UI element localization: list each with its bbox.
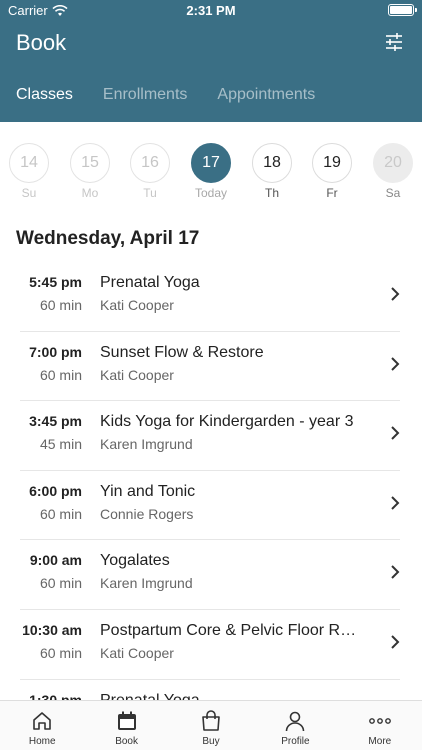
class-time: 9:00 am (29, 552, 82, 569)
date-number: 17 (191, 143, 231, 183)
status-time: 2:31 PM (186, 3, 236, 18)
day-of-week: Su (21, 186, 37, 200)
tabbar-home[interactable]: Home (0, 701, 84, 750)
chevron-right-icon (391, 565, 400, 580)
date-16[interactable]: 16 Tu (129, 143, 171, 200)
home-icon (29, 708, 55, 734)
class-time: 6:00 pm (29, 482, 82, 499)
date-14[interactable]: 14 Su (8, 143, 50, 200)
class-name: Yin and Tonic (100, 482, 196, 500)
day-of-week: Fr (326, 186, 338, 200)
class-duration: 60 min (39, 644, 82, 661)
shopping-bag-icon (198, 708, 224, 734)
chevron-right-icon (391, 287, 400, 301)
tabbar-label: Profile (281, 736, 310, 747)
class-instructor: Kati Cooper (100, 644, 174, 661)
page-title: Book (16, 30, 67, 55)
class-name: Prenatal Yoga (100, 274, 200, 291)
class-list: 5:45 pm 60 min Prenatal Yoga Kati Cooper… (0, 262, 422, 700)
class-name: Prenatal Yoga (100, 692, 362, 700)
tab-appointments[interactable]: Appointments (217, 86, 315, 104)
date-number: 20 (373, 143, 413, 183)
class-name: Kids Yoga for Kindergarden - year 3 (100, 413, 354, 431)
day-of-week: Tu (143, 186, 157, 200)
class-name: Sunset Flow & Restore (100, 343, 264, 361)
segment-tabs: Classes Enrollments Appointments (16, 86, 315, 104)
class-duration: 60 min (39, 366, 82, 383)
calendar-icon (114, 708, 140, 734)
chevron-right-icon (391, 426, 400, 440)
sliders-icon[interactable] (384, 32, 404, 52)
class-duration: 60 min (39, 297, 82, 313)
class-instructor: Kati Cooper (100, 366, 174, 383)
tabbar-label: More (368, 736, 392, 747)
tabbar-label: Buy (202, 736, 220, 747)
class-instructor: Karen Imgrund (100, 436, 193, 453)
class-row[interactable]: 6:00 pm 60 min Yin and Tonic Connie Roge… (20, 471, 400, 541)
bottom-tab-bar: Home Book Buy Profile More (0, 700, 422, 750)
tabbar-buy[interactable]: Buy (169, 701, 253, 750)
status-bar: Carrier 2:31 PM (0, 0, 422, 20)
class-row[interactable]: 1:30 pm Prenatal Yoga (20, 680, 400, 700)
date-18[interactable]: 18 Th (251, 143, 293, 200)
day-of-week: Th (264, 186, 279, 200)
class-time: 10:30 am (22, 621, 82, 638)
class-row[interactable]: 9:00 am 60 min Yogalates Karen Imgrund (20, 540, 400, 610)
class-row[interactable]: 3:45 pm 45 min Kids Yoga for Kindergarde… (20, 401, 400, 471)
date-15[interactable]: 15 Mo (69, 143, 111, 200)
class-row[interactable]: 7:00 pm 60 min Sunset Flow & Restore Kat… (20, 332, 400, 402)
tabbar-more[interactable]: More (338, 701, 422, 750)
date-number: 18 (252, 143, 292, 183)
tabbar-book[interactable]: Book (84, 701, 168, 750)
tabbar-label: Home (28, 736, 56, 747)
class-time: 7:00 pm (29, 343, 82, 360)
class-duration: 60 min (39, 505, 82, 522)
class-time: 1:30 pm (29, 691, 82, 700)
date-strip: 14 Su 15 Mo 16 Tu 17 Today 18 Th 19 Fr 2… (0, 143, 422, 205)
battery-icon (388, 4, 417, 16)
class-time: 5:45 pm (29, 274, 82, 290)
tab-classes[interactable]: Classes (16, 86, 73, 104)
class-time: 3:45 pm (29, 413, 82, 430)
class-name: Postpartum Core & Pelvic Floor Re... (100, 621, 362, 639)
chevron-right-icon (391, 635, 400, 649)
class-duration: 45 min (39, 436, 82, 453)
class-duration: 60 min (39, 575, 82, 592)
date-number: 14 (9, 143, 49, 183)
tab-enrollments[interactable]: Enrollments (103, 86, 187, 104)
chevron-right-icon (391, 356, 400, 371)
class-instructor: Karen Imgrund (100, 575, 193, 592)
class-instructor: Kati Cooper (100, 297, 174, 313)
class-row[interactable]: 10:30 am 60 min Postpartum Core & Pelvic… (20, 610, 400, 680)
date-number: 19 (312, 143, 352, 183)
day-of-week: Mo (81, 186, 99, 200)
day-of-week: Sa (385, 186, 401, 200)
tabbar-label: Book (115, 736, 138, 747)
date-17-today[interactable]: 17 Today (190, 143, 232, 200)
class-row[interactable]: 5:45 pm 60 min Prenatal Yoga Kati Cooper (20, 262, 400, 332)
class-name: Yogalates (100, 552, 170, 570)
profile-icon (282, 708, 308, 734)
chevron-right-icon (391, 496, 400, 510)
class-instructor: Connie Rogers (100, 505, 194, 522)
date-heading: Wednesday, April 17 (16, 228, 200, 249)
day-of-week: Today (194, 186, 228, 200)
date-19[interactable]: 19 Fr (311, 143, 353, 200)
more-icon (367, 708, 393, 734)
tabbar-profile[interactable]: Profile (253, 701, 337, 750)
date-number: 15 (70, 143, 110, 183)
date-20[interactable]: 20 Sa (372, 143, 414, 200)
date-number: 16 (130, 143, 170, 183)
header: Carrier 2:31 PM Book Classes Enrollments… (0, 0, 422, 122)
